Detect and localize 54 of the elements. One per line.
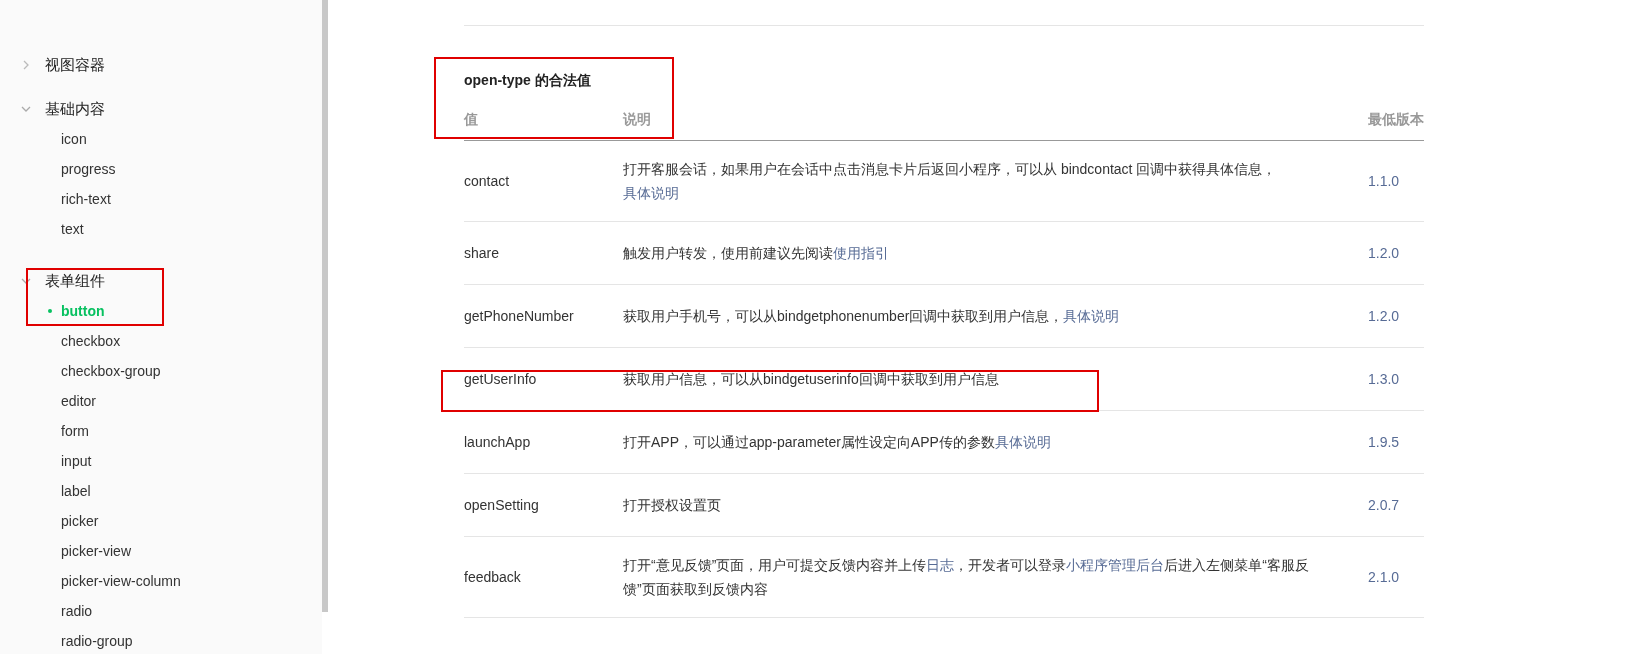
sidebar-item[interactable]: radio (0, 596, 322, 626)
table-cell-text: 2.0.7 (1368, 495, 1401, 515)
bullet-icon (48, 309, 52, 313)
chevron-icon (21, 60, 31, 70)
table-cell-text: 1.9.5 (1368, 432, 1401, 452)
description-text: 打开“意见反馈”页面，用户可提交反馈内容并上传日志，开发者可以登录小程序管理后台后进入左侧菜单“客服反馈”页面获取到反馈内容 (623, 556, 1310, 599)
description-text: 打开APP，可以通过app-parameter属性设定向APP传的参数具体说明 (623, 433, 1052, 452)
chevron-icon (21, 276, 31, 286)
sidebar-item[interactable]: checkbox (0, 326, 322, 356)
scrollbar[interactable] (322, 0, 328, 612)
table-cell-text: 1.2.0 (1368, 306, 1401, 326)
column-header: 最低版本 (1368, 110, 1424, 129)
sidebar-item[interactable]: rich-text (0, 184, 322, 214)
description-text: 打开授权设置页 (623, 496, 722, 515)
sidebar-group[interactable]: 视图容器 (0, 50, 322, 80)
table-cell-text: 1.1.0 (1368, 171, 1401, 191)
sidebar-item[interactable]: label (0, 476, 322, 506)
sidebar-item[interactable]: picker (0, 506, 322, 536)
sidebar-item[interactable]: checkbox-group (0, 356, 322, 386)
doc-link[interactable]: 使用指引 (833, 245, 889, 261)
table-cell-text: launchApp (464, 432, 532, 452)
table-cell-text: getUserInfo (464, 369, 538, 389)
sidebar-item[interactable]: text (0, 214, 322, 244)
description-text: 获取用户信息，可以从bindgetuserinfo回调中获取到用户信息 (623, 370, 1000, 389)
sidebar-item[interactable]: form (0, 416, 322, 446)
sidebar-item[interactable]: icon (0, 124, 322, 154)
table-cell-text: share (464, 243, 501, 263)
doc-link[interactable]: 日志 (926, 557, 955, 573)
sidebar-item[interactable]: picker-view (0, 536, 322, 566)
table-cell-text: contact (464, 171, 511, 191)
table-cell-text: getPhoneNumber (464, 306, 575, 326)
sidebar-item[interactable]: editor (0, 386, 322, 416)
column-header: 说明 (623, 110, 652, 129)
table-cell-text: feedback (464, 567, 522, 587)
description-text: 触发用户转发，使用前建议先阅读使用指引 (623, 244, 890, 263)
description-text: 打开客服会话，如果用户在会话中点击消息卡片后返回小程序，可以从 bindcontact 回调中获得具体信息， 具体说明 (623, 160, 1278, 203)
doc-link[interactable]: 具体说明 (994, 434, 1051, 450)
sidebar-group[interactable]: 基础内容 (0, 94, 322, 124)
description-text: 获取用户手机号，可以从bindgetphonenumber回调中获取到用户信息，具体说明 (623, 307, 1121, 326)
table-cell-text: 2.1.0 (1368, 567, 1401, 587)
sidebar-item[interactable]: radio-group (0, 626, 322, 654)
sidebar-item[interactable]: input (0, 446, 322, 476)
chevron-icon (21, 104, 31, 114)
sidebar-group[interactable]: 表单组件 (0, 266, 322, 296)
table-cell-text: openSetting (464, 495, 540, 515)
sidebar-item[interactable]: progress (0, 154, 322, 184)
column-header: 值 (464, 110, 479, 129)
doc-link[interactable]: 具体说明 (623, 185, 679, 201)
table-cell-text: 1.2.0 (1368, 243, 1401, 263)
sidebar-item[interactable]: picker-view-column (0, 566, 322, 596)
doc-link[interactable]: 具体说明 (1063, 308, 1120, 324)
table-cell-text: 1.3.0 (1368, 369, 1401, 389)
section-title: open-type 的合法值 (464, 71, 592, 90)
doc-link[interactable]: 小程序管理后台 (1066, 557, 1165, 573)
